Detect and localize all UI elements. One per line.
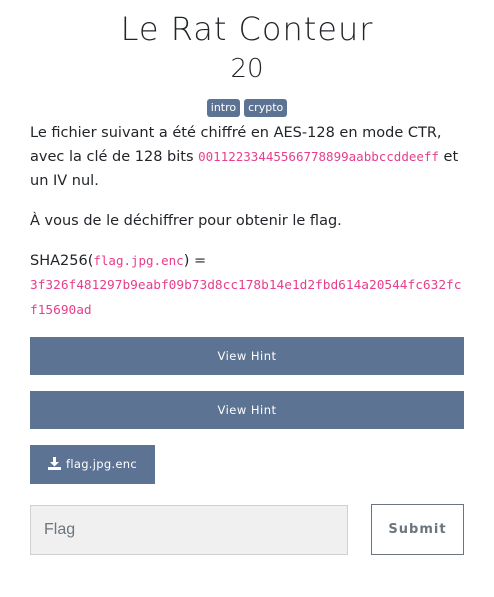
challenge-title: Le Rat Conteur [120,10,374,48]
view-hint-button-2[interactable]: View Hint [30,391,464,429]
challenge-points: 20 [230,54,264,84]
sha-file-name: flag.jpg.enc [93,253,184,268]
download-file-button[interactable]: flag.jpg.enc [30,445,155,484]
sha256-hash: 3f326f481297b9eabf09b73d8cc178b14e1d2fbd… [30,278,462,318]
view-hint-button-1[interactable]: View Hint [30,337,464,375]
description-paragraph-2: À vous de le déchiffrer pour obtenir le … [30,213,342,229]
tag-list: intro crypto [30,99,464,119]
sha256-line: SHA256(flag.jpg.enc) = 3f326f481297b9eabf… [30,249,464,323]
submit-button[interactable]: Submit [371,504,464,555]
flag-input[interactable] [30,505,348,555]
download-file-name: flag.jpg.enc [66,457,137,471]
challenge-panel: Le Rat Conteur 20 intro crypto Le fichie… [30,0,464,555]
description-paragraph-1: Le fichier suivant a été chiffré en AES-… [30,121,464,193]
sha-suffix: ) = [183,253,207,269]
sha-prefix: SHA256( [30,253,94,269]
challenge-description: Le fichier suivant a été chiffré en AES-… [30,121,464,323]
aes-key: 00112233445566778899aabbccddeeff [198,149,439,164]
tag-intro: intro [206,99,241,117]
tag-crypto: crypto [244,99,288,117]
download-icon [48,457,66,471]
